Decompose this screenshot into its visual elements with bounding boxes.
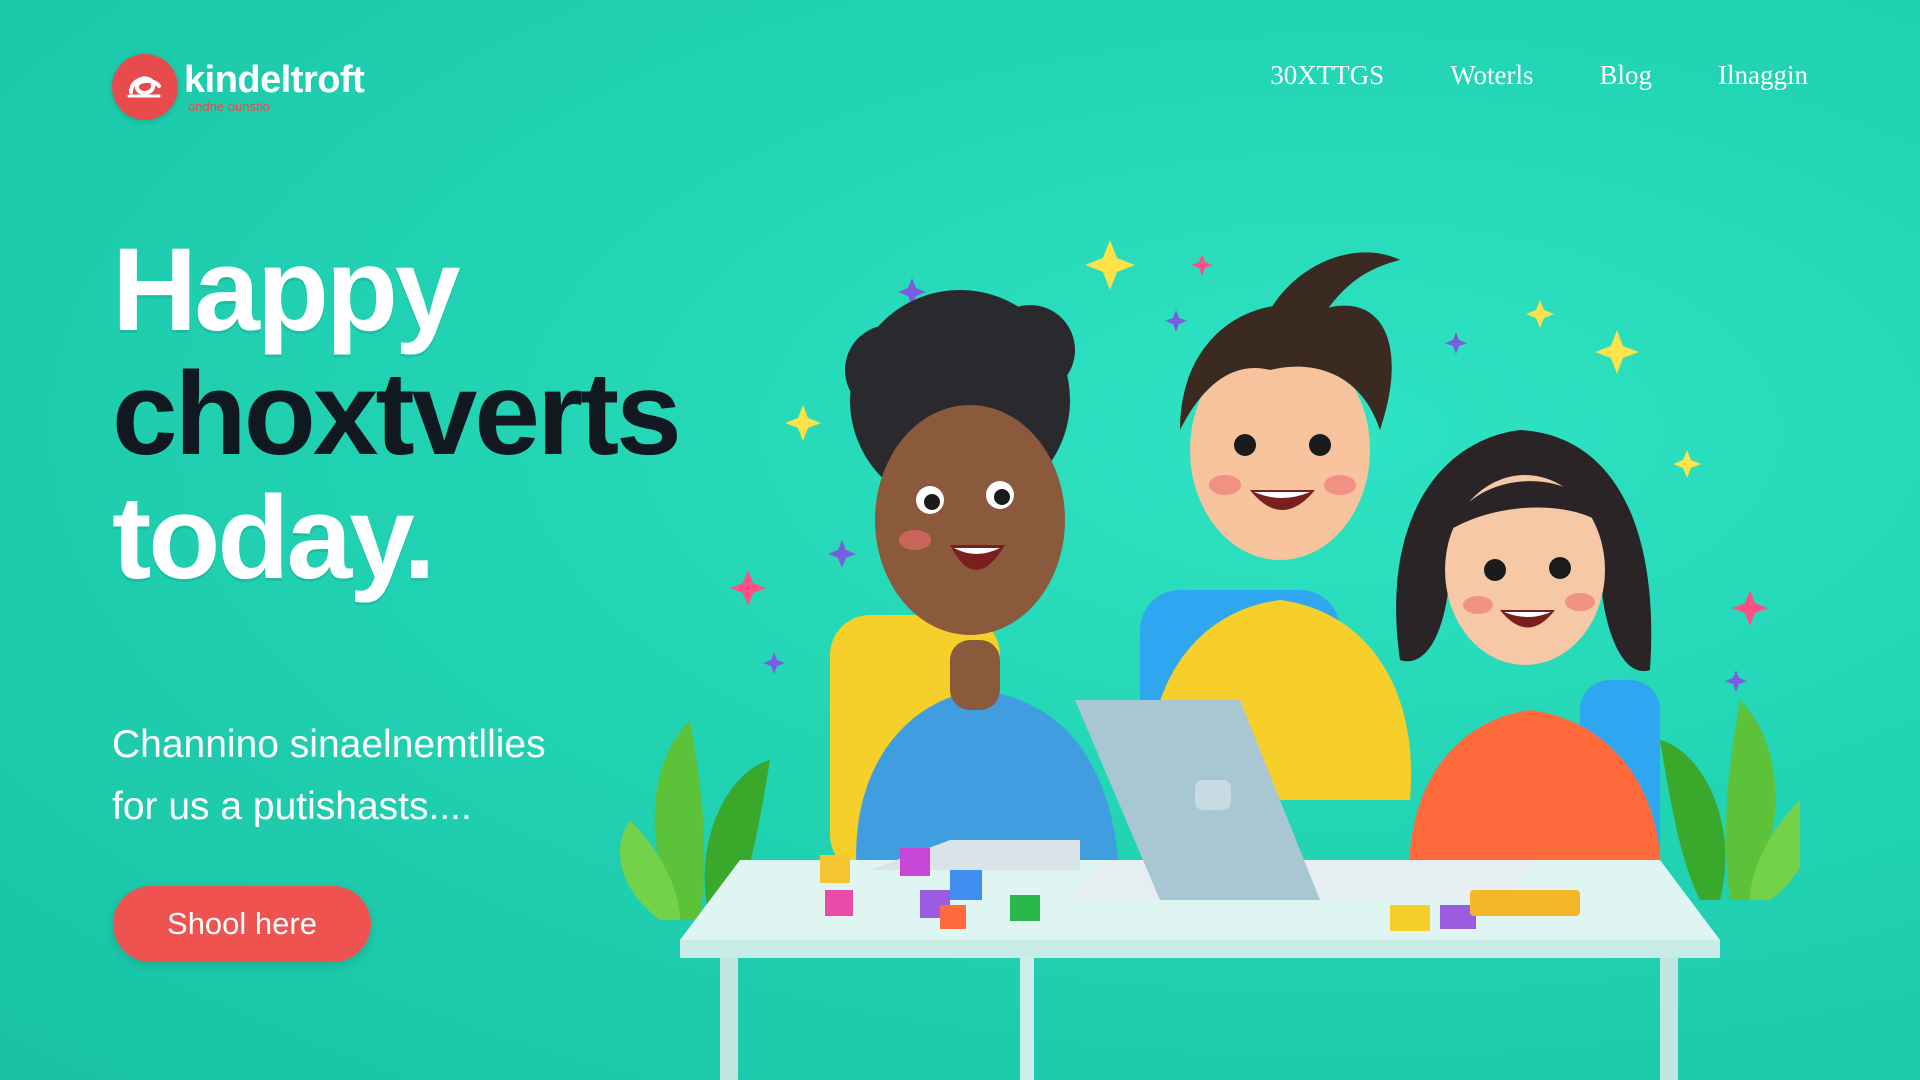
headline-line-2: choxtverts bbox=[112, 348, 682, 480]
nav-item-ilnaggin[interactable]: Ilnaggin bbox=[1718, 60, 1808, 91]
subtitle-line-1: Channino sinaelnemtllies bbox=[112, 723, 546, 766]
brand-logo[interactable]: kindeltroft ondne ounstio bbox=[112, 54, 365, 120]
nav-item-woterls[interactable]: Woterls bbox=[1450, 60, 1533, 91]
logo-icon bbox=[112, 54, 178, 120]
landing-page: kindeltroft ondne ounstio 30XTTGS Woterl… bbox=[0, 0, 1920, 1080]
subtitle-line-2: for us a putishasts.... bbox=[112, 785, 472, 828]
headline-line-3: today. bbox=[112, 472, 436, 604]
hero-headline: Happy choxtverts today. bbox=[112, 224, 682, 604]
plant-right bbox=[1660, 700, 1800, 900]
nav-item-blog[interactable]: Blog bbox=[1600, 60, 1653, 91]
child-curly-hair bbox=[845, 290, 1120, 900]
hero-subtitle: Channino sinaelnemtllies for us a putish… bbox=[112, 714, 546, 838]
cta-button[interactable]: Shool here bbox=[113, 886, 371, 962]
child-girl bbox=[1396, 430, 1662, 900]
headline-line-1: Happy bbox=[112, 224, 461, 356]
top-nav: 30XTTGS Woterls Blog Ilnaggin bbox=[1270, 60, 1808, 91]
children-laptop-illustration bbox=[620, 240, 1800, 1080]
nav-item-1[interactable]: 30XTTGS bbox=[1270, 60, 1384, 91]
brand-name: kindeltroft bbox=[184, 59, 365, 101]
brand-tagline: ondne ounstio bbox=[188, 99, 270, 114]
